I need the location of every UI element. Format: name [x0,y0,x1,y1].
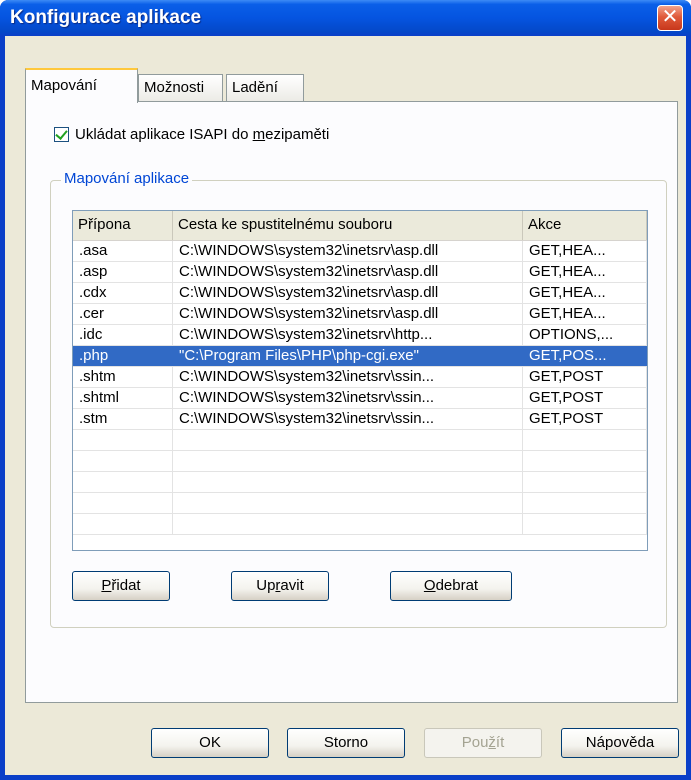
list-rows: .asa C:\WINDOWS\system32\inetsrv\asp.dll G… [73,241,647,535]
window-title: Konfigurace aplikace [10,7,202,28]
add-button[interactable]: Přidat [72,571,170,601]
cancel-button[interactable]: Storno [287,728,405,758]
cell-path: C:\WINDOWS\system32\inetsrv\asp.dll [173,262,523,282]
cell-extension: .shtml [73,388,173,408]
table-row[interactable]: .stm C:\WINDOWS\system32\inetsrv\ssin... G… [73,409,647,430]
cell-extension: .idc [73,325,173,345]
remove-button[interactable]: Odebrat [390,571,512,601]
cell-actions: GET,POST [523,367,647,387]
app-mapping-group: Mapování aplikace Přípona Cesta ke spust… [50,170,667,628]
tab-label: Možnosti [144,79,205,96]
cell-extension: .cer [73,304,173,324]
empty-row [73,472,647,493]
cache-isapi-checkbox-row[interactable]: Ukládat aplikace ISAPI do mezipaměti [54,126,329,143]
mapping-list[interactable]: Přípona Cesta ke spustitelnému souboru A… [72,210,648,551]
table-row[interactable]: .cdx C:\WINDOWS\system32\inetsrv\asp.dll G… [73,283,647,304]
cell-path: C:\WINDOWS\system32\inetsrv\asp.dll [173,283,523,303]
list-header: Přípona Cesta ke spustitelnému souboru A… [73,211,647,241]
close-button[interactable]: ✕ [657,5,683,31]
cell-extension: .asa [73,241,173,261]
tab-label: Mapování [31,77,97,94]
column-header-actions[interactable]: Akce [523,211,647,240]
empty-row [73,430,647,451]
empty-cell [173,514,523,534]
empty-cell [523,472,647,492]
ok-button[interactable]: OK [151,728,269,758]
empty-row [73,451,647,472]
cell-path: "C:\Program Files\PHP\php-cgi.exe" [173,346,523,366]
cell-extension: .asp [73,262,173,282]
cache-isapi-label: Ukládat aplikace ISAPI do mezipaměti [75,126,330,143]
empty-row [73,493,647,514]
empty-cell [173,472,523,492]
table-row[interactable]: .cer C:\WINDOWS\system32\inetsrv\asp.dll G… [73,304,647,325]
column-header-extension[interactable]: Přípona [73,211,173,240]
cell-actions: GET,POST [523,409,647,429]
cache-isapi-checkbox[interactable] [54,127,69,142]
cell-actions: GET,HEA... [523,241,647,261]
cell-extension: .php [73,346,173,366]
tab-label: Ladění [232,79,278,96]
cell-path: C:\WINDOWS\system32\inetsrv\asp.dll [173,304,523,324]
cell-path: C:\WINDOWS\system32\inetsrv\ssin... [173,409,523,429]
tab-ladeni[interactable]: Ladění [226,74,304,101]
empty-cell [73,514,173,534]
cell-path: C:\WINDOWS\system32\inetsrv\http... [173,325,523,345]
dialog-window: Konfigurace aplikace ✕ Mapování Možnosti… [0,0,691,780]
help-button[interactable]: Nápověda [561,728,679,758]
empty-cell [73,451,173,471]
cell-path: C:\WINDOWS\system32\inetsrv\asp.dll [173,241,523,261]
table-row[interactable]: .shtm C:\WINDOWS\system32\inetsrv\ssin...… [73,367,647,388]
empty-cell [73,430,173,450]
app-mapping-legend: Mapování aplikace [61,170,193,187]
tab-moznosti[interactable]: Možnosti [138,74,223,101]
title-bar[interactable]: Konfigurace aplikace ✕ [0,0,691,36]
apply-button[interactable]: Použít [424,728,542,758]
cell-actions: GET,HEA... [523,262,647,282]
tab-mapovani[interactable]: Mapování [25,68,138,103]
empty-cell [173,430,523,450]
cell-path: C:\WINDOWS\system32\inetsrv\ssin... [173,388,523,408]
column-header-path[interactable]: Cesta ke spustitelnému souboru [173,211,523,240]
cell-actions: GET,HEA... [523,304,647,324]
cell-extension: .cdx [73,283,173,303]
cell-actions: GET,POST [523,388,647,408]
cell-actions: GET,HEA... [523,283,647,303]
cell-extension: .shtm [73,367,173,387]
table-row[interactable]: .asa C:\WINDOWS\system32\inetsrv\asp.dll G… [73,241,647,262]
cell-actions: OPTIONS,... [523,325,647,345]
empty-row [73,514,647,535]
table-row[interactable]: .idc C:\WINDOWS\system32\inetsrv\http... O… [73,325,647,346]
empty-cell [523,493,647,513]
tab-panel-mapovani: Ukládat aplikace ISAPI do mezipaměti Map… [25,101,678,703]
cell-actions: GET,POS... [523,346,647,366]
table-row[interactable]: .shtml C:\WINDOWS\system32\inetsrv\ssin..… [73,388,647,409]
cell-extension: .stm [73,409,173,429]
empty-cell [173,493,523,513]
empty-cell [73,472,173,492]
empty-cell [173,451,523,471]
empty-cell [523,430,647,450]
empty-cell [73,493,173,513]
edit-button[interactable]: Upravit [231,571,329,601]
cell-path: C:\WINDOWS\system32\inetsrv\ssin... [173,367,523,387]
empty-cell [523,514,647,534]
table-row[interactable]: .php "C:\Program Files\PHP\php-cgi.exe" GE… [73,346,647,367]
empty-cell [523,451,647,471]
table-row[interactable]: .asp C:\WINDOWS\system32\inetsrv\asp.dll G… [73,262,647,283]
close-icon: ✕ [661,6,679,28]
